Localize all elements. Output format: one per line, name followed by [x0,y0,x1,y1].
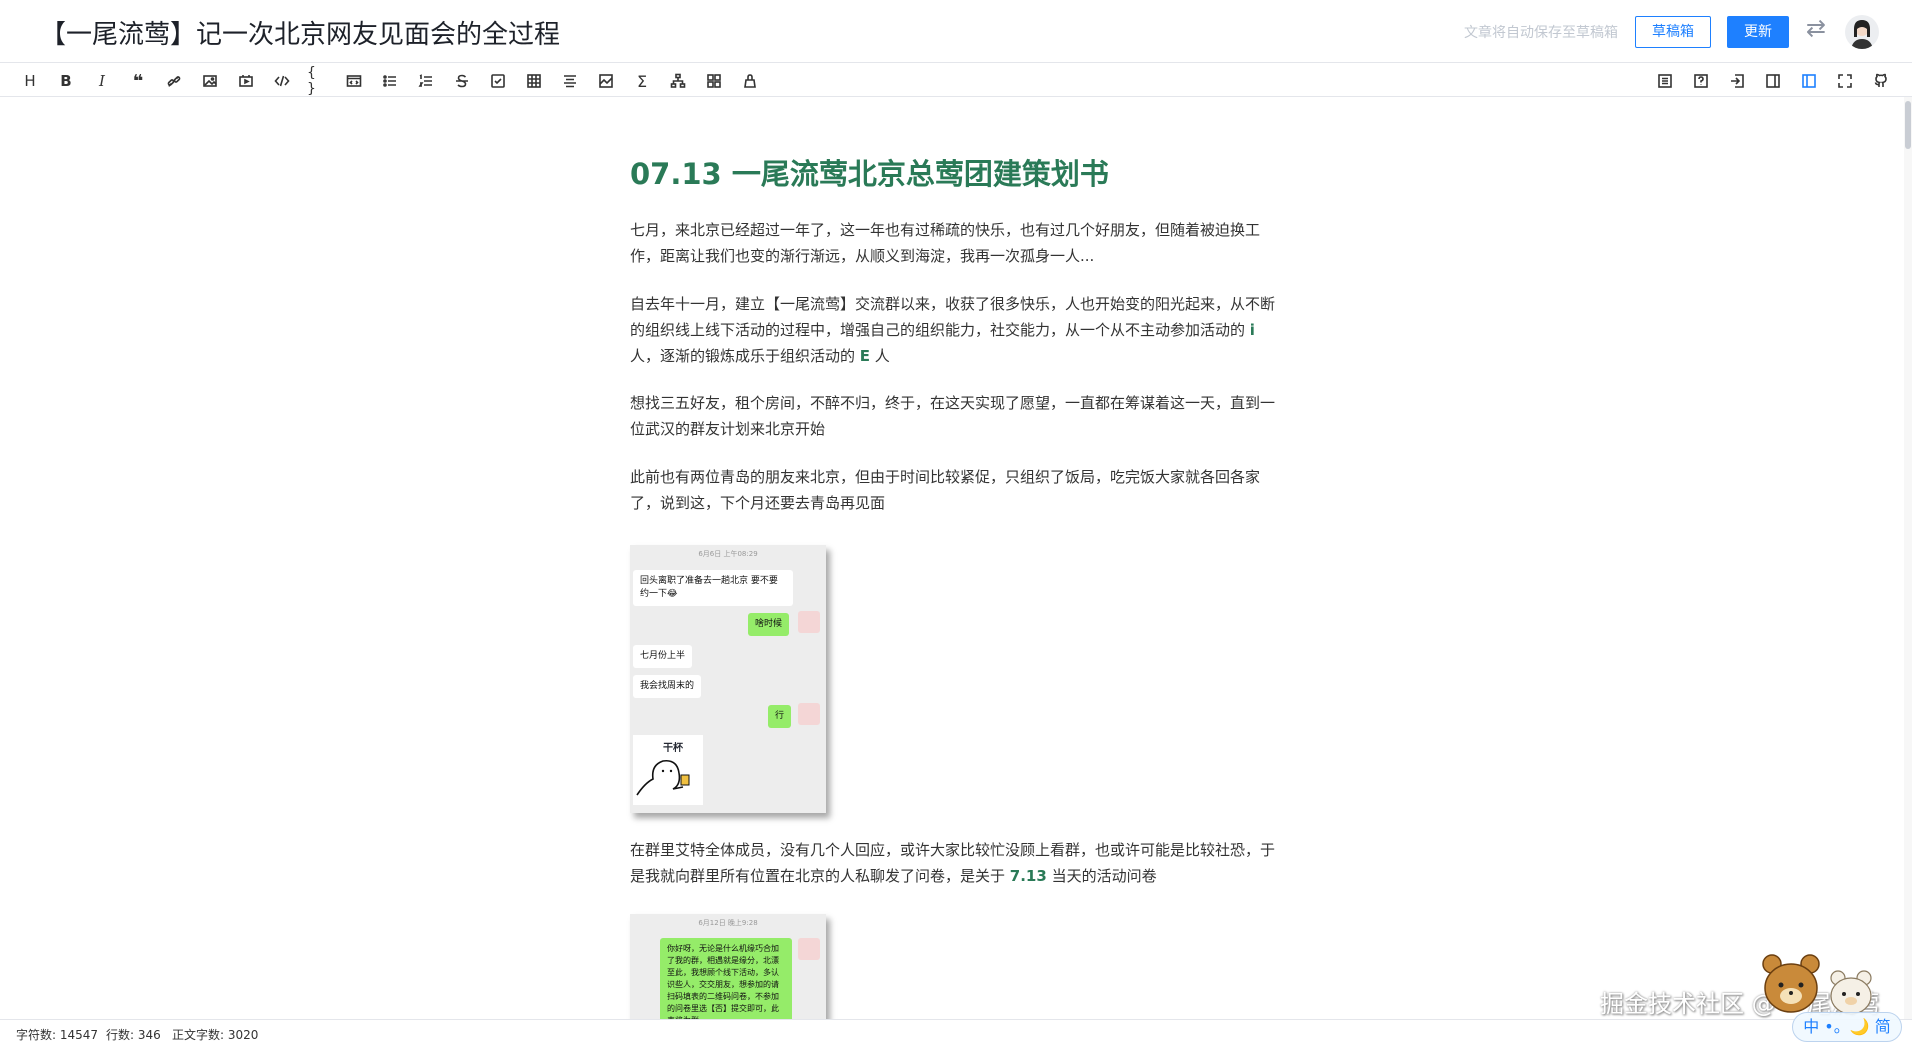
update-button[interactable]: 更新 [1727,16,1789,48]
preview-pane[interactable]: 07.13 一尾流莺北京总莺团建策划书 七月，来北京已经超过一年了，这一年也有过… [0,97,1912,1019]
chat-timestamp: 6月6日 上午08:29 [698,550,758,558]
editor-header: 【一尾流莺】记一次北京网友见面会的全过程 文章将自动保存至草稿箱 草稿箱 更新 … [0,0,1912,63]
switch-editor-icon[interactable]: ⇄ [1806,14,1826,42]
paragraph-1: 七月，来北京已经超过一年了，这一年也有过稀疏的快乐，也有过几个好朋友，但随着被迫… [630,221,1261,265]
avatar[interactable] [1845,15,1879,49]
preview-only-icon[interactable] [1762,70,1784,92]
autosave-hint: 文章将自动保存至草稿箱 [1464,25,1618,41]
chat-avatar [798,703,820,725]
italic-icon[interactable]: I [91,70,113,92]
article-title-input[interactable]: 【一尾流莺】记一次北京网友见面会的全过程 [40,14,560,51]
ordered-list-icon[interactable] [415,70,437,92]
chat-message: 回头离职了准备去一趟北京 要不要约一下😂 [633,570,793,606]
ime-status-bar[interactable]: 中 •。🌙 简 [1792,1012,1902,1042]
paragraph-2: 自去年十一月，建立【一尾流莺】交流群以来，收获了很多快乐，人也开始变的阳光起来，… [630,295,1276,365]
image-icon[interactable] [199,70,221,92]
chat-screenshot-1: 6月6日 上午08:29 回头离职了准备去一趟北京 要不要约一下😂 啥时候 七月… [630,545,826,813]
paragraph-3: 想找三五好友，租个房间，不醉不归，终于，在这天实现了愿望，一直都在筹谋着这一天，… [630,394,1276,438]
chat-message: 行 [768,705,792,728]
align-center-icon[interactable] [559,70,581,92]
link-icon[interactable] [163,70,185,92]
insert-icon[interactable] [1726,70,1748,92]
table-icon[interactable] [523,70,545,92]
video-icon[interactable] [235,70,257,92]
chat-message: 啥时候 [748,613,790,636]
task-list-icon[interactable] [487,70,509,92]
chat-message: 七月份上半 [633,645,693,668]
formula-icon[interactable]: Σ [631,70,653,92]
contents-icon[interactable] [1654,70,1676,92]
code-icon[interactable] [271,70,293,92]
grid-icon[interactable] [703,70,725,92]
help-icon[interactable] [1690,70,1712,92]
split-view-icon[interactable] [1798,70,1820,92]
article-heading: 07.13 一尾流莺北京总莺团建策划书 [630,157,1109,191]
chat-avatar [798,611,820,633]
char-count: 字符数: 14547 [16,1028,99,1042]
drafts-button[interactable]: 草稿箱 [1635,16,1711,48]
scrollbar-thumb[interactable] [1905,101,1911,149]
theme-icon[interactable] [739,70,761,92]
paragraph-4: 此前也有两位青岛的朋友来北京，但由于时间比较紧促，只组织了饭局，吃完饭大家就各回… [630,468,1261,512]
github-icon[interactable] [1870,70,1892,92]
line-count: 行数: 346 [106,1028,161,1042]
chat-timestamp: 6月12日 晚上9:28 [698,919,758,927]
chat-avatar [798,938,820,960]
comment-icon[interactable] [343,70,365,92]
code-block-icon[interactable]: { } [307,65,329,97]
status-bar: 字符数: 14547 行数: 346 正文字数: 3020 [0,1019,1912,1044]
quote-icon[interactable]: ❝ [127,70,149,92]
paragraph-5: 在群里艾特全体成员，没有几个人回应，或许大家比较忙没顾上看群，也或许可能是比较社… [630,841,1276,885]
chat-message: 我会找周末的 [633,675,702,698]
fullscreen-icon[interactable] [1834,70,1856,92]
markdown-toolbar: H B I ❝ { } Σ [0,64,1912,97]
cheers-sticker: 干杯 [633,735,703,805]
unordered-list-icon[interactable] [379,70,401,92]
strikethrough-icon[interactable] [451,70,473,92]
preview-scrollbar[interactable] [1904,97,1912,1019]
bold-icon[interactable]: B [55,70,77,92]
chat-message: 你好呀，无论是什么机缘巧合加了我的群，相遇就是缘分，北漂至此，我想顾个线下活动，… [660,938,792,1019]
image-upload-icon[interactable] [595,70,617,92]
diagram-icon[interactable] [667,70,689,92]
chat-screenshot-2: 6月12日 晚上9:28 你好呀，无论是什么机缘巧合加了我的群，相遇就是缘分，北… [630,914,826,1019]
text-count: 正文字数: 3020 [172,1028,259,1042]
heading-icon[interactable]: H [19,70,41,92]
